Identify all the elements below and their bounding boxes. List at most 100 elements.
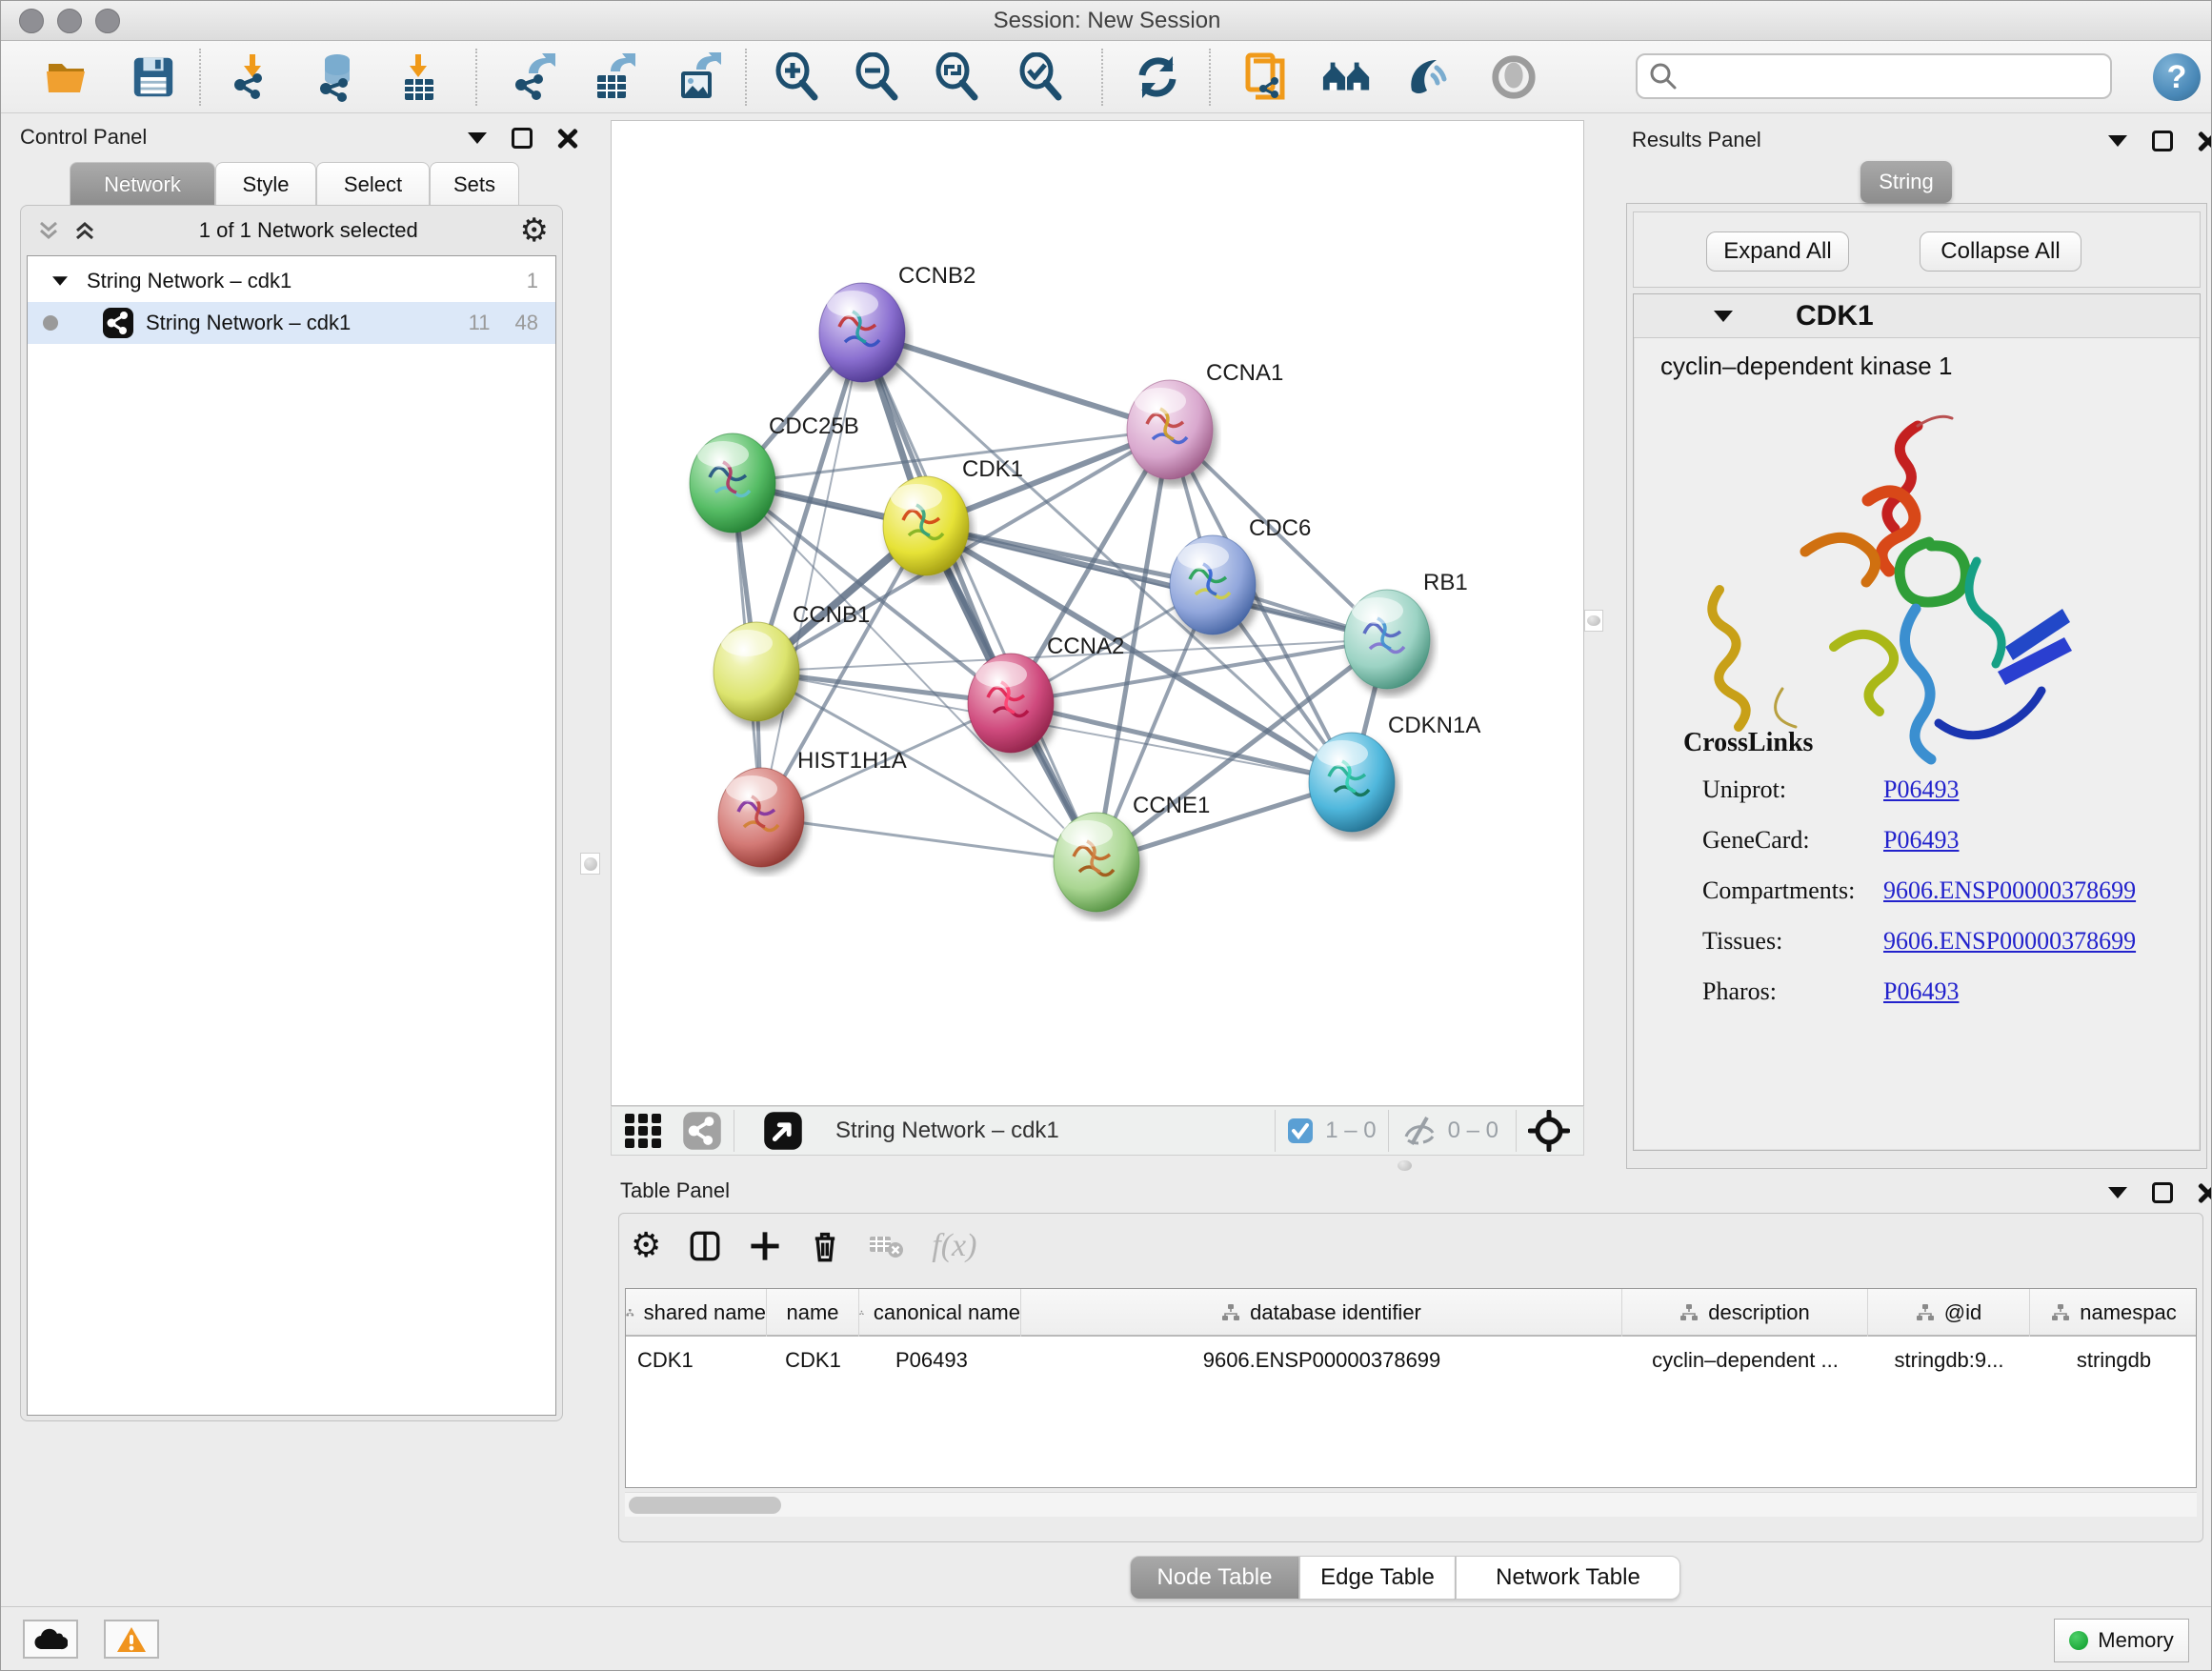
network-node-ccnb1[interactable]: CCNB1 bbox=[714, 602, 870, 721]
compartments-link[interactable]: 9606.ENSP00000378699 bbox=[1883, 876, 2136, 904]
network-collection-row[interactable]: String Network – cdk1 1 bbox=[28, 260, 555, 302]
tab-edge-table[interactable]: Edge Table bbox=[1299, 1556, 1456, 1600]
network-node-cdkn1a[interactable]: CDKN1A bbox=[1309, 713, 1480, 832]
table-panel-maximize-icon[interactable] bbox=[2152, 1182, 2173, 1203]
network-canvas[interactable]: CCNB2CCNA1CDC25BCDK1CDC6RB1CCNB1CCNA2CDK… bbox=[611, 120, 1584, 1106]
column-header-shared-name[interactable]: shared name bbox=[626, 1289, 767, 1337]
zoom-selected-button[interactable] bbox=[1016, 51, 1067, 103]
pharos-link[interactable]: P06493 bbox=[1883, 977, 1959, 1005]
tab-sets[interactable]: Sets bbox=[430, 162, 519, 206]
scrollbar-thumb[interactable] bbox=[629, 1497, 781, 1514]
show-columns-icon[interactable] bbox=[690, 1231, 720, 1261]
network-node-hist1h1a[interactable]: HIST1H1A bbox=[718, 748, 907, 867]
gene-section-header[interactable]: CDK1 bbox=[1634, 294, 2200, 338]
right-splitter-handle[interactable] bbox=[1584, 610, 1603, 632]
table-panel: Table Panel ⚙ f(x) shared name name cano… bbox=[611, 1175, 2212, 1621]
selected-counts: 1 – 0 bbox=[1325, 1117, 1376, 1144]
network-list-card: 1 of 1 Network selected ⚙ String Network… bbox=[20, 205, 563, 1421]
column-header-namespace[interactable]: namespac bbox=[2030, 1289, 2197, 1337]
left-splitter-handle[interactable] bbox=[580, 853, 600, 875]
network-edge[interactable] bbox=[926, 526, 1387, 639]
string-network-badge-icon bbox=[102, 307, 134, 339]
genecard-link[interactable]: P06493 bbox=[1883, 826, 1959, 854]
tissues-link[interactable]: 9606.ENSP00000378699 bbox=[1883, 927, 2136, 955]
cell-description: cyclin–dependent ... bbox=[1622, 1339, 1868, 1382]
results-panel-maximize-icon[interactable] bbox=[2152, 131, 2173, 151]
expand-all-icon[interactable] bbox=[72, 218, 97, 243]
inactive-eye-button[interactable] bbox=[1488, 51, 1539, 103]
open-session-button[interactable] bbox=[42, 51, 93, 103]
cell-namespace: stringdb bbox=[2030, 1339, 2197, 1382]
warning-button[interactable] bbox=[104, 1620, 159, 1659]
add-column-icon[interactable] bbox=[749, 1230, 781, 1262]
tab-select[interactable]: Select bbox=[316, 162, 430, 206]
control-panel-float-icon[interactable] bbox=[468, 132, 487, 144]
table-panel-float-icon[interactable] bbox=[2108, 1187, 2127, 1198]
column-header-canonical-name[interactable]: canonical name bbox=[859, 1289, 1021, 1337]
grid-view-icon[interactable] bbox=[623, 1112, 667, 1150]
import-network-file-button[interactable] bbox=[228, 51, 279, 103]
network-edge[interactable] bbox=[862, 332, 1170, 430]
cloud-button[interactable] bbox=[23, 1620, 78, 1659]
network-node-ccne1[interactable]: CCNE1 bbox=[1054, 793, 1210, 912]
tab-node-table[interactable]: Node Table bbox=[1130, 1556, 1299, 1600]
copy-network-button[interactable] bbox=[1239, 51, 1291, 103]
memory-button[interactable]: Memory bbox=[2054, 1619, 2189, 1662]
table-row[interactable]: CDK1 CDK1 P06493 9606.ENSP00000378699 cy… bbox=[626, 1339, 2197, 1382]
collapse-all-button[interactable]: Collapse All bbox=[1920, 232, 2081, 272]
network-options-gear-icon[interactable]: ⚙ bbox=[520, 214, 549, 247]
tab-style[interactable]: Style bbox=[215, 162, 316, 206]
hidden-eye-icon[interactable] bbox=[1400, 1116, 1438, 1146]
zoom-fit-button[interactable] bbox=[932, 51, 983, 103]
tab-string[interactable]: String bbox=[1860, 161, 1952, 203]
horizontal-splitter-handle[interactable] bbox=[1394, 1159, 1415, 1172]
tab-network-table[interactable]: Network Table bbox=[1456, 1556, 1680, 1600]
cell-canonical-name: P06493 bbox=[859, 1339, 1021, 1382]
column-header-description[interactable]: description bbox=[1622, 1289, 1868, 1337]
collection-expand-icon[interactable] bbox=[52, 276, 68, 286]
import-table-file-button[interactable] bbox=[392, 51, 444, 103]
help-button[interactable]: ? bbox=[2153, 53, 2201, 101]
search-input[interactable] bbox=[1678, 63, 2087, 90]
network-badge-gray-icon[interactable] bbox=[682, 1111, 722, 1151]
refresh-button[interactable] bbox=[1132, 51, 1183, 103]
table-options-gear-icon[interactable]: ⚙ bbox=[631, 1229, 661, 1263]
zoom-in-button[interactable] bbox=[772, 51, 823, 103]
network-row-selected[interactable]: String Network – cdk1 11 48 bbox=[28, 302, 555, 344]
results-panel-float-icon[interactable] bbox=[2108, 135, 2127, 147]
delete-column-icon[interactable] bbox=[810, 1230, 840, 1262]
results-panel-close-icon[interactable] bbox=[2198, 131, 2212, 151]
network-edge[interactable] bbox=[862, 332, 1096, 862]
cell-database-identifier: 9606.ENSP00000378699 bbox=[1021, 1339, 1622, 1382]
homology-button[interactable] bbox=[1321, 51, 1373, 103]
fit-selected-crosshair-icon[interactable] bbox=[1528, 1110, 1570, 1152]
network-node-cdk1[interactable]: CDK1 bbox=[883, 456, 1023, 575]
table-panel-close-icon[interactable] bbox=[2198, 1182, 2212, 1203]
network-node-rb1[interactable]: RB1 bbox=[1344, 570, 1468, 689]
export-image-button[interactable] bbox=[673, 51, 724, 103]
export-table-button[interactable] bbox=[589, 51, 640, 103]
gene-collapse-icon[interactable] bbox=[1714, 311, 1733, 322]
column-header-name[interactable]: name bbox=[767, 1289, 859, 1337]
control-panel-maximize-icon[interactable] bbox=[512, 128, 533, 149]
hide-panel-eye-button[interactable] bbox=[1403, 51, 1455, 103]
tab-network[interactable]: Network bbox=[70, 162, 215, 206]
save-session-button[interactable] bbox=[128, 51, 179, 103]
collapse-all-icon[interactable] bbox=[36, 218, 61, 243]
node-label-cdk1: CDK1 bbox=[962, 456, 1023, 482]
toolbar-separator bbox=[1209, 49, 1211, 106]
uniprot-link[interactable]: P06493 bbox=[1883, 775, 1959, 803]
column-header-database-identifier[interactable]: database identifier bbox=[1021, 1289, 1622, 1337]
import-network-database-button[interactable] bbox=[312, 51, 363, 103]
control-panel-close-icon[interactable] bbox=[557, 128, 578, 149]
node-table: shared name name canonical name database… bbox=[625, 1288, 2197, 1488]
network-edge[interactable] bbox=[1011, 703, 1352, 782]
expand-all-button[interactable]: Expand All bbox=[1706, 232, 1849, 272]
birds-eye-view-icon[interactable] bbox=[763, 1111, 803, 1151]
selected-checkbox-icon[interactable] bbox=[1287, 1117, 1314, 1144]
column-header-id[interactable]: @id bbox=[1868, 1289, 2030, 1337]
table-horizontal-scrollbar[interactable] bbox=[625, 1492, 2197, 1517]
export-network-button[interactable] bbox=[509, 51, 560, 103]
network-edge[interactable] bbox=[761, 817, 1096, 862]
zoom-out-button[interactable] bbox=[852, 51, 903, 103]
